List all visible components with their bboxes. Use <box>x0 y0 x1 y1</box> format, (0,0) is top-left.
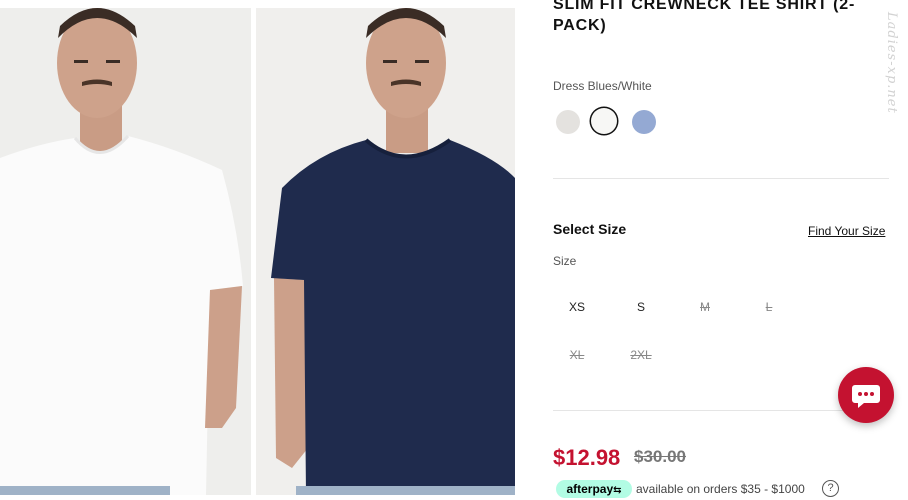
sale-price: $12.98 <box>553 445 621 470</box>
chat-bubble-icon <box>852 385 880 408</box>
size-label: Size <box>553 254 577 268</box>
color-swatch-light-blue[interactable] <box>632 110 656 134</box>
size-option-xl[interactable]: XL <box>553 348 601 362</box>
watermark: Ladies-xp.net <box>884 12 899 114</box>
color-swatch-light-grey[interactable] <box>556 110 580 134</box>
chat-button[interactable] <box>838 367 894 423</box>
find-your-size-link[interactable]: Find Your Size <box>808 224 885 238</box>
afterpay-info-text: available on orders $35 - $1000 <box>636 482 805 496</box>
select-size-heading: Select Size <box>553 221 627 237</box>
color-swatch-white-selected[interactable] <box>591 108 617 134</box>
afterpay-arrows-icon: ⇆ <box>613 485 622 496</box>
size-option-s[interactable]: S <box>617 300 665 314</box>
size-option-xs[interactable]: XS <box>553 300 601 314</box>
size-option-m[interactable]: M <box>681 300 729 314</box>
divider <box>553 178 889 179</box>
original-price: $30.00 <box>634 447 686 466</box>
afterpay-brand: afterpay <box>566 482 614 496</box>
afterpay-logo: afterpay⇆ <box>556 480 632 498</box>
product-image-navy-tee[interactable] <box>256 8 515 495</box>
size-option-l[interactable]: L <box>745 300 793 314</box>
product-image-white-tee[interactable] <box>0 8 251 495</box>
size-option-2xl[interactable]: 2XL <box>617 348 665 362</box>
product-title: SLIM FIT CREWNECK TEE SHIRT (2-PACK) <box>553 0 856 34</box>
help-icon[interactable]: ? <box>822 480 839 497</box>
selected-color-name: Dress Blues/White <box>553 79 652 93</box>
